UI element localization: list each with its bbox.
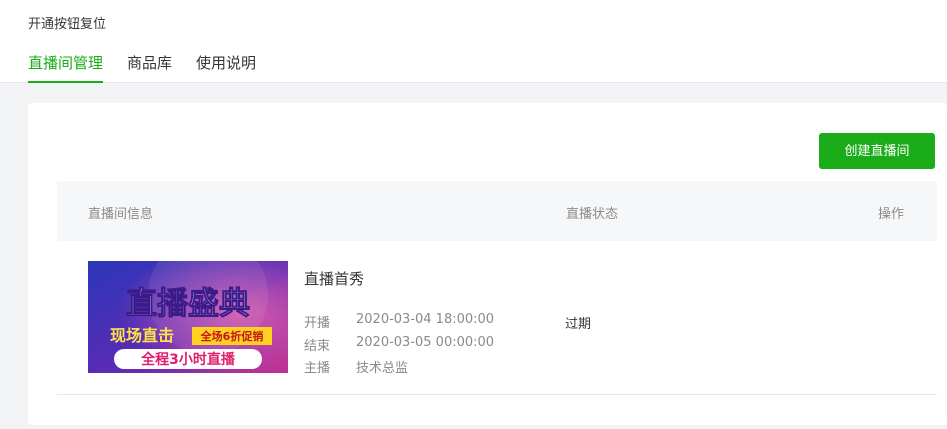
cover-subline: 现场直击 — [110, 326, 174, 345]
reset-button-link[interactable]: 开通按钮复位 — [28, 13, 106, 32]
end-time: 2020-03-05 00:00:00 — [356, 335, 495, 350]
host-name: 技术总监 — [356, 361, 409, 376]
live-room-title: 直播首秀 — [304, 270, 365, 288]
live-room-panel: 创建直播间 直播间信息 直播状态 操作 直播盛典 现场直击 全场6折促销 全程3… — [28, 103, 947, 425]
table-header: 直播间信息 直播状态 操作 — [57, 181, 937, 241]
column-header-action: 操作 — [878, 207, 905, 222]
cover-headline: 直播盛典 — [126, 286, 250, 322]
tab-live-room-management[interactable]: 直播间管理 — [28, 52, 104, 83]
cover-tagline: 全程3小时直播 — [140, 351, 236, 368]
live-room-cover-image[interactable]: 直播盛典 现场直击 全场6折促销 全程3小时直播 — [88, 261, 288, 373]
table-row: 直播盛典 现场直击 全场6折促销 全程3小时直播 直播首秀 开播 2020-03… — [57, 241, 937, 395]
live-status: 过期 — [565, 317, 592, 332]
column-header-info: 直播间信息 — [88, 207, 154, 222]
tab-bar: 直播间管理 商品库 使用说明 — [28, 52, 280, 83]
start-time: 2020-03-04 18:00:00 — [356, 312, 495, 327]
tab-product-library[interactable]: 商品库 — [127, 52, 172, 82]
column-header-status: 直播状态 — [566, 207, 619, 222]
end-label: 结束 — [304, 339, 331, 354]
create-live-room-button[interactable]: 创建直播间 — [819, 133, 935, 169]
host-label: 主播 — [304, 361, 331, 376]
tab-instructions[interactable]: 使用说明 — [196, 52, 256, 82]
start-label: 开播 — [304, 316, 331, 331]
cover-badge: 全场6折促销 — [200, 329, 264, 343]
top-bar: 开通按钮复位 直播间管理 商品库 使用说明 — [0, 0, 947, 83]
